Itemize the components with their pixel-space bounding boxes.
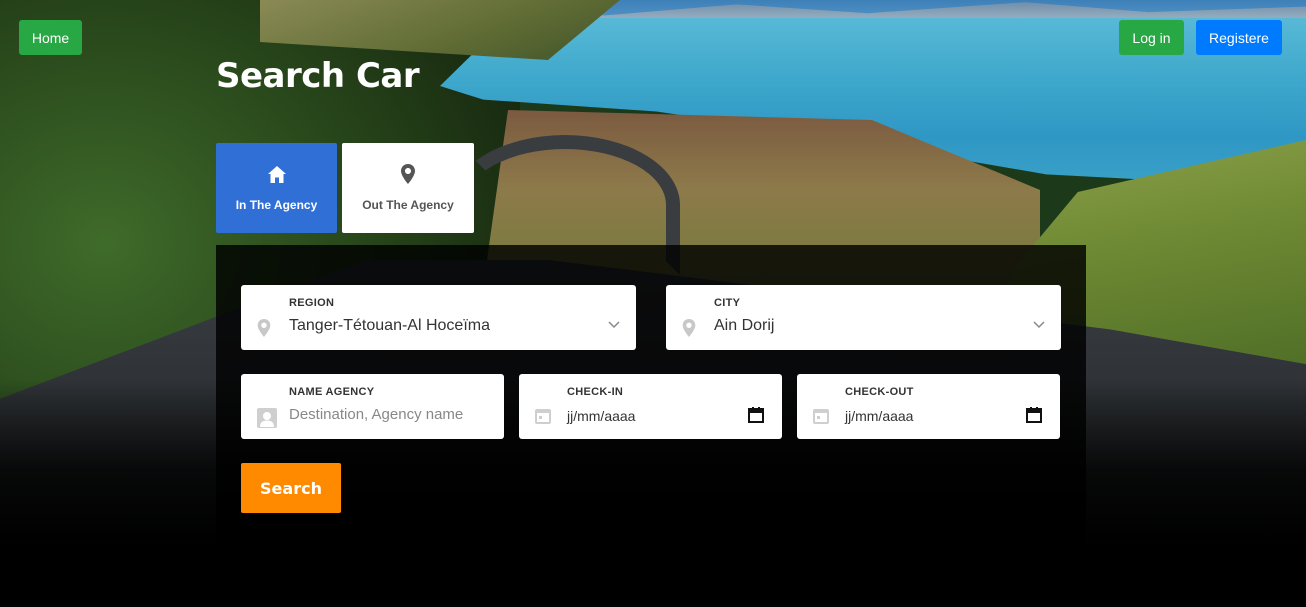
tab-in-the-agency[interactable]: In The Agency [216, 143, 337, 233]
calendar-icon [813, 408, 829, 426]
map-pin-icon [257, 319, 273, 337]
check-in-value: jj/mm/aaaa [567, 408, 636, 424]
chevron-down-icon [608, 316, 620, 329]
search-button[interactable]: Search [241, 463, 341, 513]
check-out-date-input[interactable]: CHECK-OUT jj/mm/aaaa [797, 374, 1060, 439]
city-value: Ain Dorij [714, 317, 775, 334]
calendar-icon [535, 408, 551, 426]
check-out-value: jj/mm/aaaa [845, 408, 914, 424]
agency-name-input[interactable]: NAME AGENCY Destination, Agency name [241, 374, 504, 439]
check-in-date-input[interactable]: CHECK-IN jj/mm/aaaa [519, 374, 782, 439]
home-button[interactable]: Home [19, 20, 82, 55]
city-label: CITY [714, 297, 741, 309]
page-title: Search Car [216, 56, 420, 96]
check-in-label: CHECK-IN [567, 386, 624, 398]
login-button[interactable]: Log in [1119, 20, 1184, 55]
region-select[interactable]: REGION Tanger-Tétouan-Al Hoceïma [241, 285, 636, 350]
region-value: Tanger-Tétouan-Al Hoceïma [289, 317, 490, 334]
tab-out-the-agency[interactable]: Out The Agency [342, 143, 474, 233]
city-select[interactable]: CITY Ain Dorij [666, 285, 1061, 350]
agency-label: NAME AGENCY [289, 386, 375, 398]
register-button[interactable]: Registere [1196, 20, 1282, 55]
tab-label: Out The Agency [362, 198, 454, 212]
tab-label: In The Agency [235, 198, 318, 212]
agency-placeholder: Destination, Agency name [289, 406, 464, 423]
chevron-down-icon [1033, 316, 1045, 329]
region-label: REGION [289, 297, 335, 309]
calendar-picker-icon[interactable] [1026, 407, 1042, 423]
check-out-label: CHECK-OUT [845, 386, 914, 398]
calendar-picker-icon[interactable] [748, 407, 764, 423]
map-pin-icon [398, 164, 418, 184]
map-pin-icon [682, 319, 698, 337]
person-card-icon [257, 408, 277, 428]
home-icon [267, 164, 287, 184]
